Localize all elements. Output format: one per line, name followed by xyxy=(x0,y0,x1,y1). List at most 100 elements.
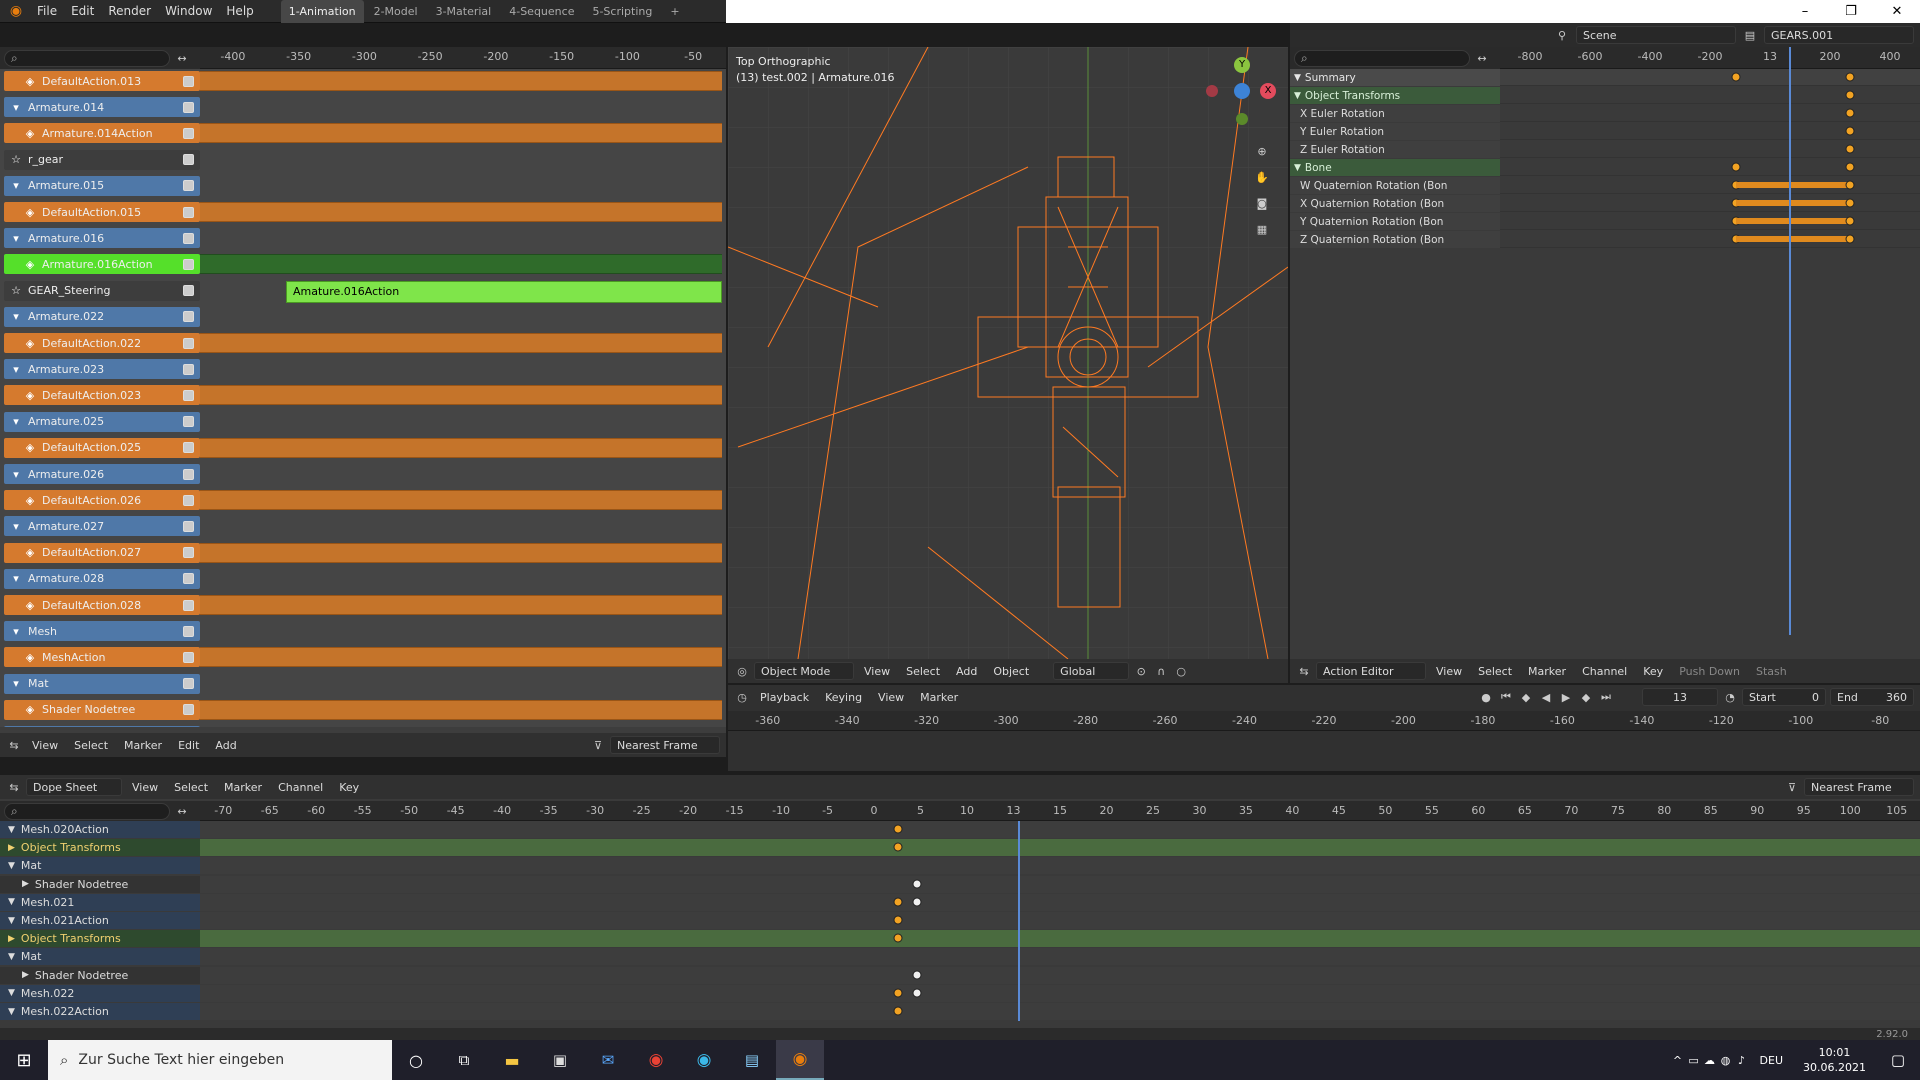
next-key-icon[interactable]: ◆ xyxy=(1578,689,1594,705)
keyframe[interactable] xyxy=(912,988,922,998)
end-frame-field[interactable]: End 360 xyxy=(1830,688,1914,706)
store-icon[interactable]: ▣ xyxy=(536,1040,584,1080)
track-checkbox[interactable] xyxy=(183,520,194,532)
action-menu-key[interactable]: Key xyxy=(1637,665,1669,678)
nla-track-plain[interactable]: ☆ r_gear xyxy=(4,149,200,170)
action-channel-channel[interactable]: W Quaternion Rotation (Bon xyxy=(1290,177,1500,194)
restore-button[interactable]: ❐ xyxy=(1828,0,1874,23)
viewport-canvas[interactable] xyxy=(728,47,1288,659)
edge-icon[interactable]: ◉ xyxy=(680,1040,728,1080)
tray-device-icon[interactable]: ▭ xyxy=(1686,1052,1702,1068)
editor-type-icon[interactable]: ⇆ xyxy=(6,779,22,795)
gizmo-neg-x-icon[interactable] xyxy=(1206,85,1218,97)
action-channel-channel[interactable]: Z Quaternion Rotation (Bon xyxy=(1290,231,1500,248)
nla-menu-add[interactable]: Add xyxy=(209,739,242,752)
disclosure-triangle-icon[interactable]: ▼ xyxy=(1294,73,1301,83)
nla-menu-edit[interactable]: Edit xyxy=(172,739,205,752)
editor-type-icon[interactable]: ⇆ xyxy=(1296,663,1312,679)
expand-icon[interactable]: ↔ xyxy=(1474,50,1490,66)
keyframe[interactable] xyxy=(1845,108,1855,118)
disclosure-triangle-icon[interactable]: ▼ xyxy=(8,916,15,926)
dope-playhead[interactable] xyxy=(1018,821,1020,1021)
dope-menu-key[interactable]: Key xyxy=(333,781,365,794)
chrome-icon[interactable]: ◉ xyxy=(632,1040,680,1080)
keyframe[interactable] xyxy=(893,897,903,907)
jump-start-icon[interactable]: ⏮ xyxy=(1498,689,1514,705)
action-channel-channel[interactable]: Y Quaternion Rotation (Bon xyxy=(1290,213,1500,230)
keyframe[interactable] xyxy=(1845,144,1855,154)
view-layer-selector[interactable]: GEARS.001 xyxy=(1764,26,1914,44)
track-checkbox[interactable] xyxy=(183,651,194,663)
disclosure-triangle-icon[interactable]: ▶ xyxy=(8,934,15,944)
keyframe[interactable] xyxy=(893,933,903,943)
blender-taskbar-icon[interactable]: ◉ xyxy=(776,1040,824,1080)
action-mode-dropdown[interactable]: Action Editor xyxy=(1316,662,1426,680)
track-checkbox[interactable] xyxy=(183,442,194,454)
track-checkbox[interactable] xyxy=(183,363,194,375)
nla-track-plain[interactable]: ☆ GEAR_Steering xyxy=(4,280,200,301)
record-icon[interactable]: ● xyxy=(1478,689,1494,705)
grid-icon[interactable]: ▦ xyxy=(1254,221,1270,237)
filter-icon[interactable]: ⊽ xyxy=(1784,779,1800,795)
nla-track-obj[interactable]: ▾ Armature.028 xyxy=(4,568,200,589)
gizmo-neg-y-icon[interactable] xyxy=(1236,113,1248,125)
tab-animation[interactable]: 1-Animation xyxy=(280,0,364,23)
nla-track-act[interactable]: ◈ Armature.014Action xyxy=(4,123,200,144)
action-menu-marker[interactable]: Marker xyxy=(1522,665,1572,678)
dope-menu-select[interactable]: Select xyxy=(168,781,214,794)
dope-channel-obj[interactable]: ▼ Mesh.022 xyxy=(0,984,200,1002)
zoom-icon[interactable]: ⊕ xyxy=(1254,143,1270,159)
keyframe[interactable] xyxy=(1845,72,1855,82)
action-channel-channel[interactable]: X Euler Rotation xyxy=(1290,105,1500,122)
track-checkbox[interactable] xyxy=(183,232,194,244)
action-channel-channel[interactable]: Z Euler Rotation xyxy=(1290,141,1500,158)
menu-help[interactable]: Help xyxy=(219,0,260,23)
network-icon[interactable]: ◍ xyxy=(1718,1052,1734,1068)
nla-strip[interactable] xyxy=(200,595,722,615)
camera-icon[interactable]: ◙ xyxy=(1254,195,1270,211)
nla-track-obj[interactable]: ▾ Mesh xyxy=(4,621,200,642)
minimize-button[interactable]: – xyxy=(1782,0,1828,23)
action-menu-select[interactable]: Select xyxy=(1472,665,1518,678)
pan-hand-icon[interactable]: ✋ xyxy=(1254,169,1270,185)
dope-channel-obj[interactable]: ▼ Mat xyxy=(0,948,200,966)
dope-search-input[interactable]: ⌕ xyxy=(4,802,170,820)
nla-strip-active[interactable] xyxy=(200,254,722,275)
push-down-button[interactable]: Push Down xyxy=(1673,665,1746,678)
action-playhead[interactable] xyxy=(1789,47,1791,635)
keyframe[interactable] xyxy=(912,970,922,980)
track-checkbox[interactable] xyxy=(183,704,194,716)
keyframe[interactable] xyxy=(893,915,903,925)
nla-track-obj[interactable]: ▾ Armature.023 xyxy=(4,359,200,380)
scene-icon[interactable]: ⚲ xyxy=(1554,27,1570,43)
track-checkbox[interactable] xyxy=(183,101,194,113)
action-menu-view[interactable]: View xyxy=(1430,665,1468,678)
nla-green-strip[interactable]: Amature.016Action xyxy=(286,280,722,303)
track-checkbox[interactable] xyxy=(183,625,194,637)
nla-track-act[interactable]: ◈ DefaultAction.025 xyxy=(4,437,200,458)
app-icon[interactable]: ▤ xyxy=(728,1040,776,1080)
dopesheet-mode-dropdown[interactable]: Dope Sheet xyxy=(26,778,122,796)
track-checkbox[interactable] xyxy=(183,206,194,218)
action-channel-channel[interactable]: Y Euler Rotation xyxy=(1290,123,1500,140)
disclosure-triangle-icon[interactable]: ▼ xyxy=(8,1007,15,1017)
play-reverse-icon[interactable]: ◀ xyxy=(1538,689,1554,705)
nla-snap-dropdown[interactable]: Nearest Frame xyxy=(610,736,720,754)
nla-strip[interactable] xyxy=(200,333,722,353)
tab-sequence[interactable]: 4-Sequence xyxy=(501,0,582,23)
nla-search-input[interactable]: ⌕ xyxy=(4,49,170,67)
keyframe[interactable] xyxy=(1845,126,1855,136)
view-layer-icon[interactable]: ▤ xyxy=(1742,27,1758,43)
nla-track-act[interactable]: ◈ DefaultAction.026 xyxy=(4,490,200,511)
dope-channel-obj[interactable]: ▼ Mat xyxy=(0,857,200,875)
volume-icon[interactable]: ♪ xyxy=(1734,1052,1750,1068)
menu-render[interactable]: Render xyxy=(101,0,158,23)
nla-strip[interactable] xyxy=(200,123,722,144)
blender-logo-icon[interactable]: ◉ xyxy=(8,3,24,19)
keyframe[interactable] xyxy=(893,988,903,998)
scene-selector[interactable]: Scene xyxy=(1576,26,1736,44)
nla-track-obj[interactable]: ▾ Armature.015 xyxy=(4,175,200,196)
nla-track-obj[interactable]: ▾ Mat xyxy=(4,673,200,694)
nla-track-act[interactable]: ◈ DefaultAction.023 xyxy=(4,385,200,406)
editor-type-icon[interactable]: ⇆ xyxy=(6,737,22,753)
